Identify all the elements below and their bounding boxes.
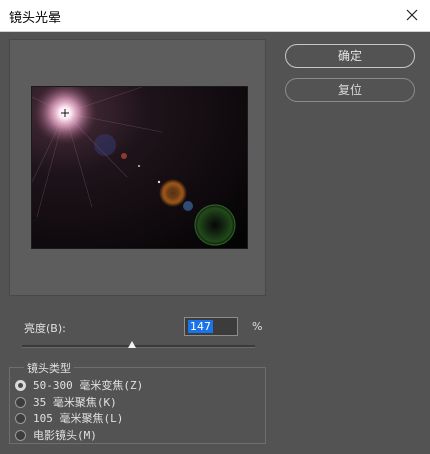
lens-option-zoom[interactable]: 50-300 毫米变焦(Z): [15, 377, 143, 393]
lens-option-35mm[interactable]: 35 毫米聚焦(K): [15, 394, 117, 410]
lens-option-label: 50-300 毫米变焦(Z): [33, 379, 144, 392]
brightness-value: 147: [188, 320, 213, 333]
lens-option-105mm[interactable]: 105 毫米聚焦(L): [15, 410, 123, 426]
flare-preview-image: [32, 87, 247, 248]
lens-option-movie[interactable]: 电影镜头(M): [15, 427, 97, 443]
preview-panel: [9, 39, 266, 296]
radio-button[interactable]: [15, 379, 26, 391]
lens-option-label: 35 毫米聚焦(K): [33, 396, 117, 409]
ok-button[interactable]: 确定: [285, 44, 415, 68]
brightness-input[interactable]: 147: [184, 317, 238, 336]
percent-label: %: [252, 320, 263, 333]
lens-option-label: 105 毫米聚焦(L): [33, 412, 124, 425]
window-title: 镜头光晕: [9, 11, 62, 26]
lens-option-label: 电影镜头(M): [33, 429, 97, 442]
radio-button[interactable]: [15, 412, 26, 424]
brightness-slider-thumb[interactable]: [127, 341, 136, 348]
radio-button[interactable]: [15, 396, 26, 408]
close-icon: [406, 9, 418, 21]
lens-type-title: 镜头类型: [24, 360, 74, 376]
flare-preview[interactable]: [31, 86, 248, 249]
brightness-slider[interactable]: [22, 345, 255, 348]
radio-button[interactable]: [15, 429, 26, 441]
reset-button[interactable]: 复位: [285, 78, 415, 102]
close-button[interactable]: [400, 4, 424, 26]
title-bar: 镜头光晕: [0, 0, 430, 32]
brightness-label: 亮度(B):: [24, 322, 66, 335]
